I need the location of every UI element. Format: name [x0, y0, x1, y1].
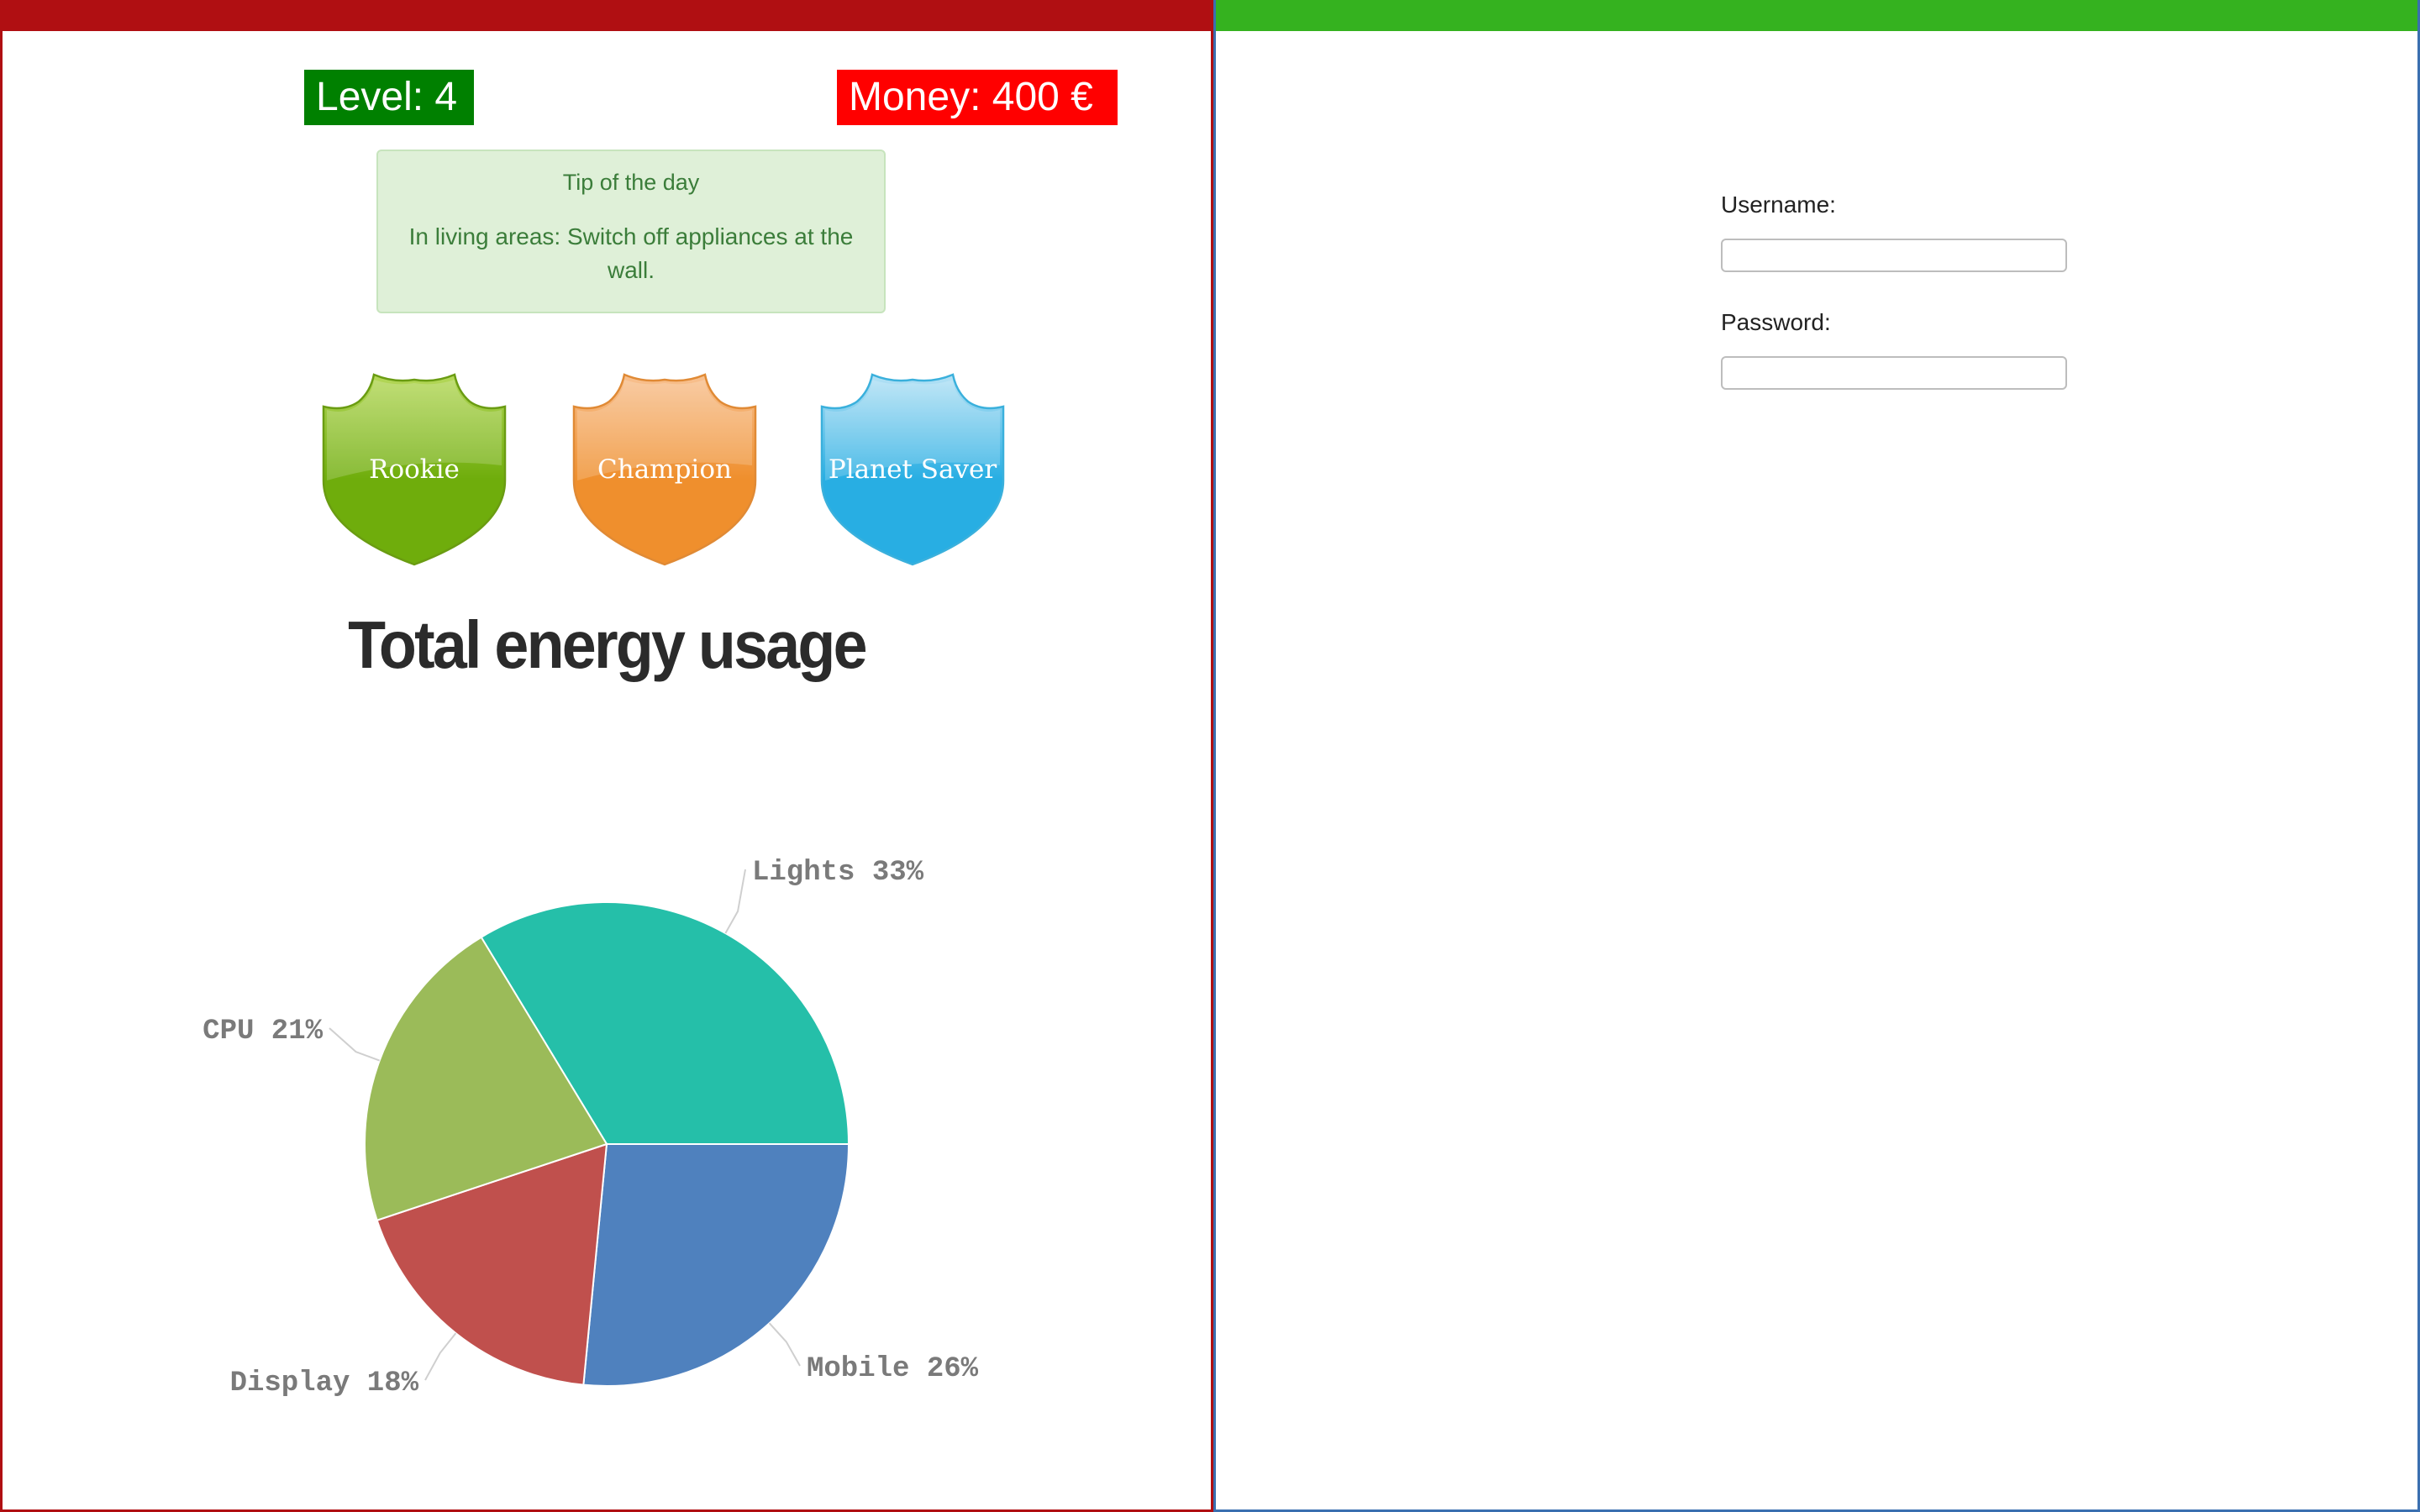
badge-champion: Champion [566, 371, 764, 568]
password-label: Password: [1721, 309, 1831, 335]
money-indicator: Money: 400 € [837, 70, 1118, 125]
badge-planet-saver: Planet Saver [813, 371, 1012, 568]
level-indicator: Level: 4 [304, 70, 474, 125]
pie-label-display: Display 18% [230, 1368, 419, 1399]
tip-text: In living areas: Switch off appliances a… [408, 223, 854, 283]
badge-label: Planet Saver [828, 454, 997, 485]
pie-leader-line [329, 1027, 381, 1062]
pie-label-cpu: CPU 21% [203, 1016, 323, 1047]
badge-label: Champion [597, 454, 732, 485]
pie-label-mobile: Mobile 26% [807, 1353, 979, 1385]
username-input[interactable] [1721, 239, 2067, 272]
pie-slice-mobile [582, 1143, 850, 1387]
pie-label-lights: Lights 33% [752, 857, 924, 889]
energy-usage-title: Total energy usage [348, 607, 867, 682]
password-input[interactable] [1721, 356, 2067, 390]
badge-rookie: Rookie [315, 371, 513, 568]
pie-leader-line [424, 1332, 457, 1381]
pie-leader-line [724, 869, 746, 934]
tip-title: Tip of the day [562, 170, 700, 195]
pie-leader-line [768, 1322, 801, 1367]
energy-pie-chart: Lights 33% Mobile 26% Display 18% CPU 21% [203, 857, 979, 1399]
username-label: Username: [1721, 192, 1836, 218]
login-panel [1213, 0, 2420, 1512]
tip-of-the-day: Tip of the day In living areas: Switch o… [376, 150, 886, 313]
badge-label: Rookie [369, 454, 460, 485]
